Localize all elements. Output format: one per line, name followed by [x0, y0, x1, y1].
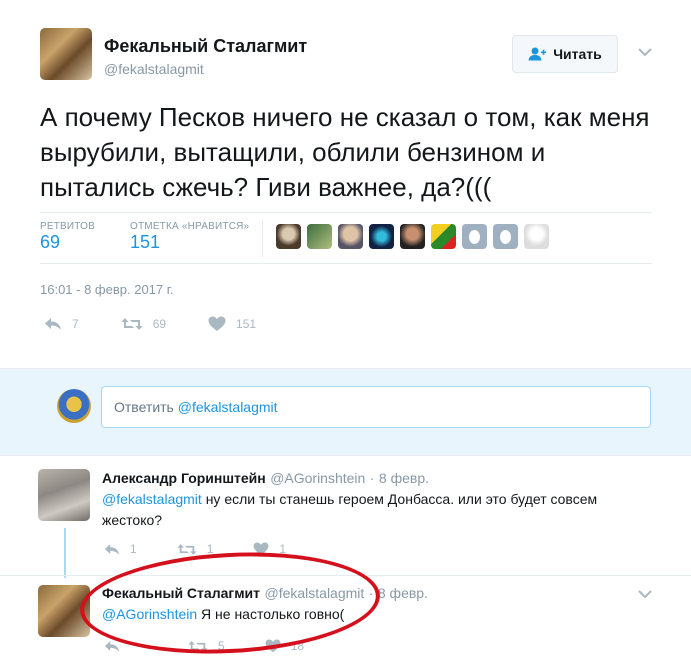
divider — [40, 212, 652, 213]
divider — [262, 220, 263, 258]
author-name[interactable]: Фекальный Сталагмит — [104, 36, 307, 57]
reply-sep: · — [369, 470, 375, 486]
heart-icon — [208, 316, 226, 331]
likes-label: ОТМЕТКА «НРАВИТСЯ» — [130, 221, 250, 232]
reply-mention[interactable]: @fekalstalagmit — [102, 491, 202, 507]
reply-author-handle[interactable]: @AGorinshtein — [270, 470, 365, 486]
follow-user-icon — [528, 47, 547, 61]
likes-stat[interactable]: ОТМЕТКА «НРАВИТСЯ» 151 — [130, 221, 249, 253]
likers-avatars — [276, 224, 549, 249]
retweet-icon — [121, 318, 143, 330]
annotation-oval — [77, 545, 383, 661]
tweet-actions: 7 69 151 — [44, 316, 286, 332]
thread-connector — [64, 528, 66, 578]
liker-avatar[interactable] — [431, 224, 456, 249]
liker-avatar[interactable] — [307, 224, 332, 249]
reply-text: @fekalstalagmit ну если ты станешь герое… — [102, 489, 642, 531]
likes-count: 151 — [130, 232, 161, 252]
reply-count: 7 — [72, 317, 79, 331]
current-user-avatar — [57, 389, 91, 423]
reply-icon — [45, 318, 61, 330]
reply-avatar[interactable] — [38, 469, 90, 521]
reply-date[interactable]: 8 февр. — [379, 470, 429, 486]
like-action[interactable]: 151 — [208, 316, 256, 332]
reply-icon — [104, 543, 120, 555]
tweet-timestamp: 16:01 - 8 февр. 2017 г. — [40, 282, 174, 297]
retweet-icon — [177, 543, 197, 555]
reply-action[interactable]: 7 — [44, 317, 79, 331]
follow-button[interactable]: Читать — [512, 35, 618, 73]
chevron-down-icon[interactable] — [638, 44, 652, 62]
liker-avatar[interactable] — [276, 224, 301, 249]
retweet-action[interactable]: 69 — [121, 317, 166, 331]
author-avatar[interactable] — [40, 28, 92, 80]
liker-avatar[interactable] — [493, 224, 518, 249]
reply-input[interactable]: Ответить @fekalstalagmit — [101, 386, 651, 428]
retweets-stat[interactable]: РЕТВИТОВ 69 — [40, 221, 95, 253]
tweet-text: А почему Песков ничего не сказал о том, … — [40, 102, 650, 202]
reply-action[interactable]: 1 — [104, 542, 137, 556]
retweets-count: 69 — [40, 232, 61, 252]
retweets-label: РЕТВИТОВ — [40, 221, 96, 232]
liker-avatar[interactable] — [524, 224, 549, 249]
liker-avatar[interactable] — [400, 224, 425, 249]
divider — [40, 263, 652, 264]
like-count: 151 — [236, 317, 257, 331]
follow-label: Читать — [553, 46, 602, 62]
liker-avatar[interactable] — [369, 224, 394, 249]
reply-author-name[interactable]: Александр Горинштейн — [102, 470, 266, 486]
retweet-count: 69 — [152, 317, 167, 331]
reply-count: 1 — [130, 542, 137, 556]
liker-avatar[interactable] — [462, 224, 487, 249]
chevron-down-icon[interactable] — [638, 586, 652, 604]
reply-placeholder-mention: @fekalstalagmit — [177, 399, 278, 415]
reply-header: Александр Горинштейн @AGorinshtein · 8 ф… — [102, 470, 429, 488]
reply-date[interactable]: 8 февр. — [378, 585, 428, 601]
liker-avatar[interactable] — [338, 224, 363, 249]
reply-placeholder: Ответить — [114, 399, 174, 415]
author-handle[interactable]: @fekalstalagmit — [104, 61, 204, 77]
